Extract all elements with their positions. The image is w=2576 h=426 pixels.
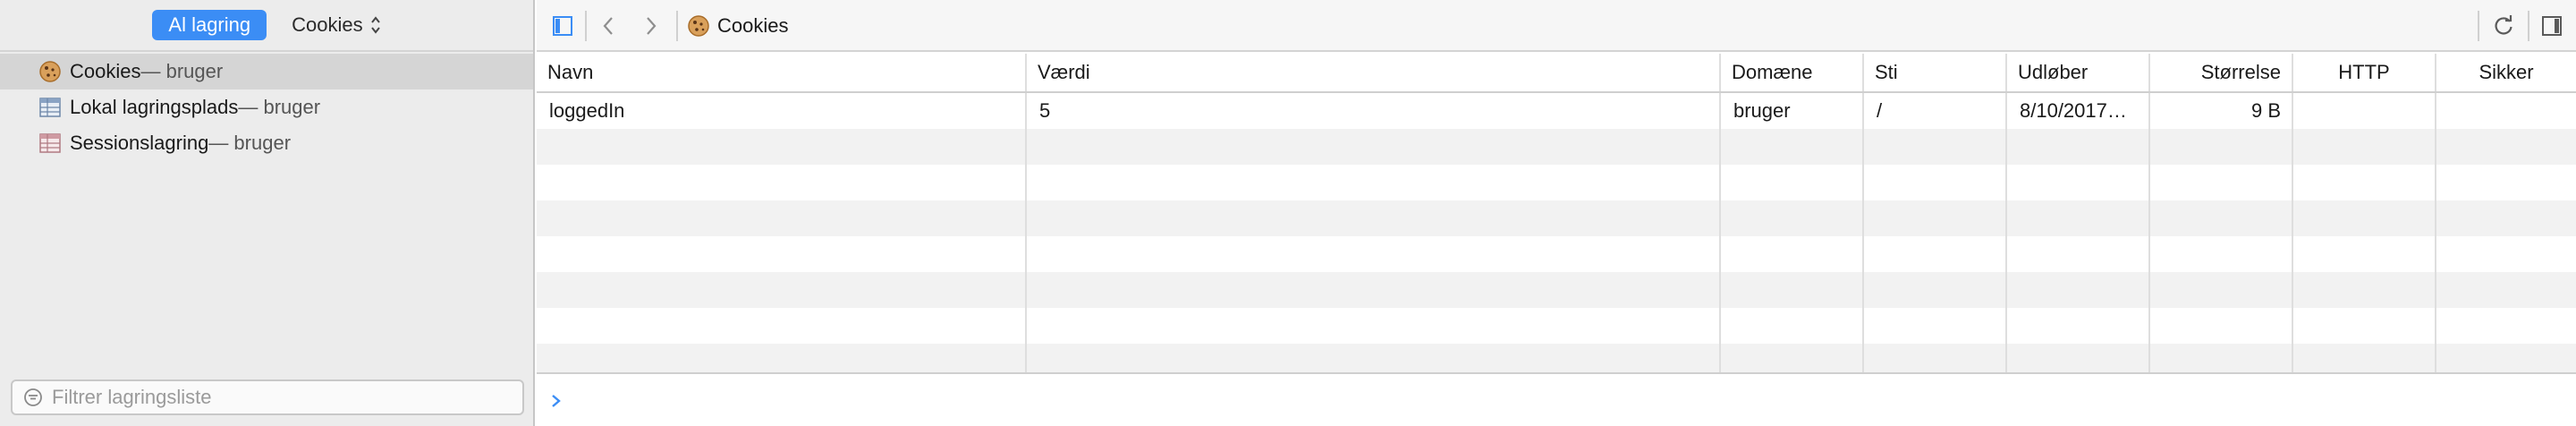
empty-row bbox=[537, 272, 2576, 308]
details-toggle-icon[interactable] bbox=[2538, 13, 2565, 39]
storage-filter-input[interactable] bbox=[52, 386, 499, 409]
storage-type-select[interactable]: Cookies bbox=[292, 10, 380, 40]
console-prompt-bar[interactable] bbox=[537, 372, 2576, 426]
column-divider bbox=[2005, 93, 2007, 372]
cell-size: 9 B bbox=[2250, 99, 2281, 122]
sidebar-scope-bar: Al lagring Cookies bbox=[0, 0, 533, 52]
storage-table-icon bbox=[38, 131, 63, 156]
column-header-path[interactable]: Sti bbox=[1864, 54, 2007, 91]
cell-expires: 8/10/2017… bbox=[2020, 99, 2127, 122]
column-header-name[interactable]: Navn bbox=[537, 54, 1027, 91]
column-header-value[interactable]: Værdi bbox=[1027, 54, 1721, 91]
storage-table-icon bbox=[38, 95, 63, 120]
table-header: Navn Værdi Domæne Sti Udløber Størrelse … bbox=[537, 54, 2576, 93]
tree-item-label: Sessionslagring bbox=[70, 132, 209, 154]
table-body: loggedIn 5 bruger / 8/10/2017… 9 B bbox=[537, 93, 2576, 372]
content-toolbar: Cookies bbox=[537, 0, 2576, 52]
empty-row bbox=[537, 165, 2576, 200]
tree-item-local-storage[interactable]: Lokal lagringsplads — bruger bbox=[0, 89, 533, 125]
tree-item-cookies[interactable]: Cookies — bruger bbox=[0, 54, 533, 89]
sidebar-toggle-icon[interactable] bbox=[549, 13, 576, 39]
storage-type-select-label: Cookies bbox=[292, 13, 363, 36]
toolbar-divider bbox=[676, 11, 678, 41]
column-divider bbox=[2292, 93, 2293, 372]
cell-domain: bruger bbox=[1733, 99, 1791, 122]
empty-row bbox=[537, 200, 2576, 236]
column-divider bbox=[2148, 93, 2150, 372]
updown-chevron-icon bbox=[370, 15, 381, 35]
empty-row bbox=[537, 129, 2576, 165]
tree-item-label: Lokal lagringsplads bbox=[70, 96, 239, 118]
empty-row bbox=[537, 236, 2576, 272]
storage-filter-field[interactable] bbox=[11, 379, 524, 415]
forward-icon[interactable] bbox=[637, 13, 664, 39]
tree-item-session-storage[interactable]: Sessionslagring — bruger bbox=[0, 125, 533, 161]
storage-content: Cookies Navn Værdi Domæne Sti Udløber St… bbox=[537, 0, 2576, 426]
storage-tree: Cookies — bruger Lokal lagringsplads — b… bbox=[0, 54, 533, 161]
toolbar-divider bbox=[585, 11, 587, 41]
column-header-size[interactable]: Størrelse bbox=[2150, 54, 2293, 91]
breadcrumb[interactable]: Cookies bbox=[687, 0, 788, 52]
column-divider bbox=[2435, 93, 2436, 372]
cell-http bbox=[2293, 93, 2436, 129]
console-prompt-icon bbox=[547, 390, 565, 412]
tree-item-label: Cookies bbox=[70, 60, 141, 82]
cookie-icon bbox=[687, 14, 710, 38]
column-header-secure[interactable]: Sikker bbox=[2436, 54, 2576, 91]
cell-path: / bbox=[1877, 99, 1883, 122]
refresh-icon[interactable] bbox=[2490, 13, 2517, 39]
tree-item-sublabel: — bruger bbox=[208, 132, 292, 154]
cell-name: loggedIn bbox=[549, 99, 625, 122]
toolbar-divider bbox=[2528, 11, 2529, 41]
tree-item-sublabel: — bruger bbox=[140, 60, 224, 82]
breadcrumb-label: Cookies bbox=[717, 14, 789, 37]
cookie-icon bbox=[38, 59, 63, 84]
storage-sidebar: Al lagring Cookies Cookies — bruger Loka… bbox=[0, 0, 535, 426]
column-divider bbox=[1719, 93, 1721, 372]
empty-row bbox=[537, 344, 2576, 372]
tree-item-sublabel: — bruger bbox=[238, 96, 321, 118]
cell-value: 5 bbox=[1039, 99, 1051, 122]
column-header-domain[interactable]: Domæne bbox=[1721, 54, 1864, 91]
cell-secure bbox=[2436, 93, 2576, 129]
toolbar-divider bbox=[2478, 11, 2479, 41]
table-row[interactable]: loggedIn 5 bruger / 8/10/2017… 9 B bbox=[537, 93, 2576, 129]
column-divider bbox=[1025, 93, 1027, 372]
column-header-http[interactable]: HTTP bbox=[2293, 54, 2436, 91]
cookies-table: Navn Værdi Domæne Sti Udløber Størrelse … bbox=[537, 54, 2576, 372]
empty-row bbox=[537, 308, 2576, 344]
all-storage-button[interactable]: Al lagring bbox=[152, 10, 267, 40]
column-header-expires[interactable]: Udløber bbox=[2007, 54, 2150, 91]
back-icon[interactable] bbox=[596, 13, 623, 39]
column-divider bbox=[1862, 93, 1864, 372]
filter-icon bbox=[23, 388, 43, 407]
